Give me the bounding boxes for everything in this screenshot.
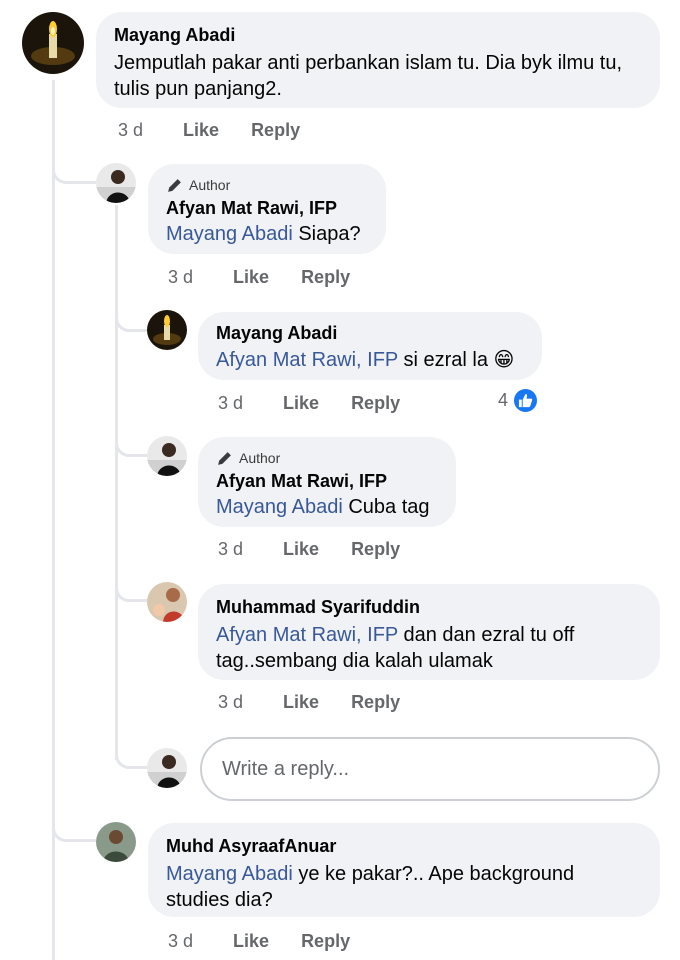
reply-input[interactable] xyxy=(202,739,658,799)
comment-actions: 3 d Like Reply xyxy=(218,393,400,414)
comment-text: Jemputlah pakar anti perbankan islam tu.… xyxy=(114,52,623,100)
thread-line-nested xyxy=(115,205,118,760)
avatar[interactable] xyxy=(96,822,136,862)
avatar[interactable] xyxy=(96,163,136,203)
thread-elbow xyxy=(115,300,147,332)
comment-author[interactable]: Muhammad Syarifuddin xyxy=(216,596,642,618)
avatar[interactable] xyxy=(147,310,187,350)
comment-author[interactable]: Afyan Mat Rawi, IFP xyxy=(166,197,368,219)
thread-elbow xyxy=(115,735,147,769)
comment-time[interactable]: 3 d xyxy=(168,267,193,288)
reply-button[interactable]: Reply xyxy=(301,267,350,288)
reply-button[interactable]: Reply xyxy=(351,393,400,414)
comment-bubble: Mayang Abadi Afyan Mat Rawi, IFP si ezra… xyxy=(198,312,542,380)
mention-link[interactable]: Mayang Abadi xyxy=(166,223,293,245)
comment-text: Mayang Abadi Siapa? xyxy=(166,223,361,245)
reply-input-container[interactable] xyxy=(200,737,660,801)
avatar[interactable] xyxy=(147,436,187,476)
reply-button[interactable]: Reply xyxy=(251,120,300,141)
comment-bubble: Author Afyan Mat Rawi, IFP Mayang Abadi … xyxy=(148,164,386,254)
like-button[interactable]: Like xyxy=(183,120,219,141)
comment-author[interactable]: Mayang Abadi xyxy=(114,24,642,46)
comment-author[interactable]: Mayang Abadi xyxy=(216,322,524,344)
like-button[interactable]: Like xyxy=(233,267,269,288)
thread-elbow xyxy=(115,425,147,457)
avatar[interactable] xyxy=(22,12,84,74)
comment-bubble: Mayang Abadi Jemputlah pakar anti perban… xyxy=(96,12,660,108)
person-avatar-icon xyxy=(96,822,136,862)
like-button[interactable]: Like xyxy=(283,539,319,560)
comment-time[interactable]: 3 d xyxy=(218,539,243,560)
pencil-icon xyxy=(218,451,231,465)
candle-avatar-icon xyxy=(147,310,187,350)
comment-text: Afyan Mat Rawi, IFP dan dan ezral tu off… xyxy=(216,624,575,672)
avatar[interactable] xyxy=(147,582,187,622)
person-avatar-icon xyxy=(147,582,187,622)
person-avatar-icon xyxy=(147,436,187,476)
comment-time[interactable]: 3 d xyxy=(218,692,243,713)
comment-text: Mayang Abadi Cuba tag xyxy=(216,496,430,518)
comment-actions: 3 d Like Reply xyxy=(218,539,400,560)
author-badge: Author xyxy=(166,176,368,194)
comment-actions: 3 d Like Reply xyxy=(218,692,400,713)
reply-button[interactable]: Reply xyxy=(351,692,400,713)
comment-time[interactable]: 3 d xyxy=(168,931,193,952)
like-button[interactable]: Like xyxy=(233,931,269,952)
candle-avatar-icon xyxy=(22,12,84,74)
comment-bubble: Muhammad Syarifuddin Afyan Mat Rawi, IFP… xyxy=(198,584,660,680)
comment-author[interactable]: Muhd AsyraafAnuar xyxy=(166,835,642,857)
reaction-count[interactable]: 4 xyxy=(498,387,540,414)
comment-bubble: Muhd AsyraafAnuar Mayang Abadi ye ke pak… xyxy=(148,823,660,917)
comment-time[interactable]: 3 d xyxy=(118,120,143,141)
mention-link[interactable]: Afyan Mat Rawi, IFP xyxy=(216,624,398,646)
pencil-icon xyxy=(168,178,181,192)
comment-author[interactable]: Afyan Mat Rawi, IFP xyxy=(216,470,438,492)
thread-elbow xyxy=(115,570,147,602)
author-badge: Author xyxy=(216,449,438,467)
comment-time[interactable]: 3 d xyxy=(218,393,243,414)
reply-button[interactable]: Reply xyxy=(301,931,350,952)
mention-link[interactable]: Mayang Abadi xyxy=(216,496,343,518)
reply-button[interactable]: Reply xyxy=(351,539,400,560)
comment-bubble: Author Afyan Mat Rawi, IFP Mayang Abadi … xyxy=(198,437,456,527)
like-button[interactable]: Like xyxy=(283,393,319,414)
thread-elbow xyxy=(52,150,96,184)
comment-actions: 3 d Like Reply xyxy=(168,267,350,288)
comment-text: Mayang Abadi ye ke pakar?.. Ape backgrou… xyxy=(166,863,575,911)
mention-link[interactable]: Mayang Abadi xyxy=(166,863,293,885)
comment-actions: 3 d Like Reply xyxy=(168,931,350,952)
like-thumb-icon xyxy=(512,387,540,414)
person-avatar-icon xyxy=(147,748,187,788)
thread-elbow xyxy=(52,800,96,842)
avatar[interactable] xyxy=(147,748,187,788)
like-button[interactable]: Like xyxy=(283,692,319,713)
mention-link[interactable]: Afyan Mat Rawi, IFP xyxy=(216,349,398,371)
comment-actions: 3 d Like Reply xyxy=(118,120,300,141)
comment-text: Afyan Mat Rawi, IFP si ezral la 😁 xyxy=(216,349,515,371)
person-avatar-icon xyxy=(96,163,136,203)
